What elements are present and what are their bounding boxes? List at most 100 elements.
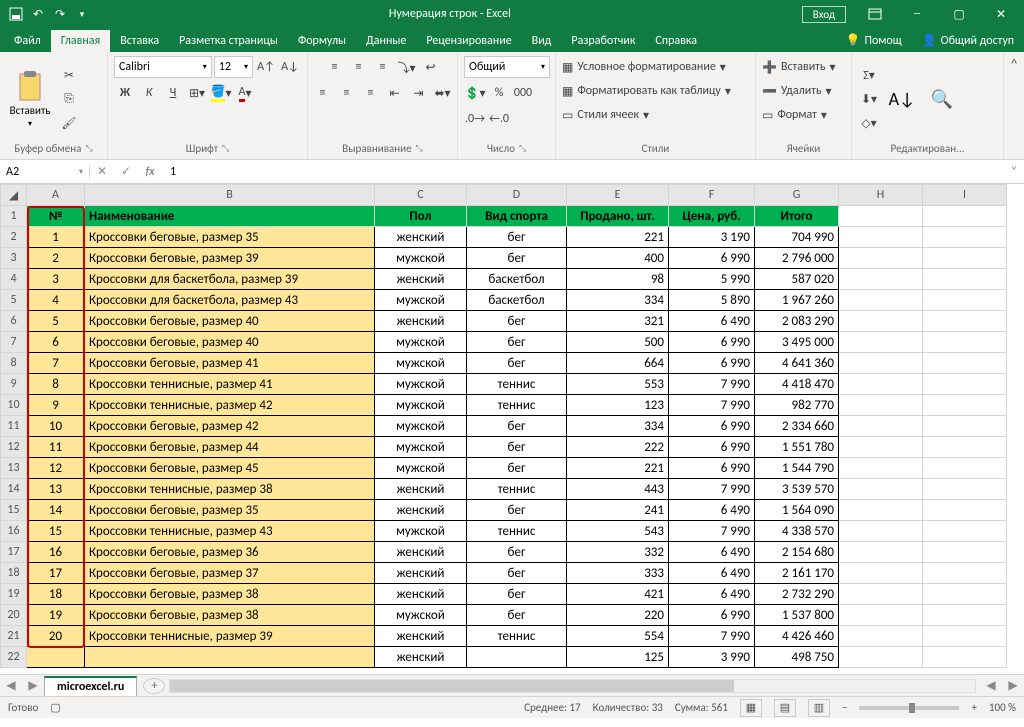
cell-num[interactable]: 6 — [27, 332, 85, 353]
cell[interactable]: 3 990 — [669, 647, 755, 668]
row-header[interactable]: 10 — [1, 395, 27, 416]
cell-num[interactable]: 18 — [27, 584, 85, 605]
cell-price[interactable]: 6 490 — [669, 500, 755, 521]
clear-button[interactable]: ◇▾ — [858, 112, 880, 134]
table-row-partial[interactable]: 22 женский 125 3 990 498 750 — [1, 647, 1007, 668]
cell-sold[interactable]: 664 — [567, 353, 669, 374]
cell-price[interactable]: 5 890 — [669, 290, 755, 311]
cell-price[interactable]: 6 990 — [669, 605, 755, 626]
cell-sold[interactable]: 553 — [567, 374, 669, 395]
table-row[interactable]: 65Кроссовки беговые, размер 40женскийбег… — [1, 311, 1007, 332]
cell[interactable] — [839, 626, 923, 647]
row-header[interactable]: 2 — [1, 227, 27, 248]
table-row[interactable]: 2120Кроссовки теннисные, размер 39женски… — [1, 626, 1007, 647]
font-launcher-icon[interactable]: ⤡ — [222, 143, 229, 154]
cell[interactable] — [923, 290, 1007, 311]
cell-sold[interactable]: 98 — [567, 269, 669, 290]
cut-button[interactable]: ✂ — [58, 64, 80, 86]
cell-name[interactable]: Кроссовки теннисные, размер 41 — [85, 374, 375, 395]
table-header-row[interactable]: 1 № Наименование Пол Вид спорта Продано,… — [1, 206, 1007, 227]
cell[interactable] — [923, 605, 1007, 626]
cell-num[interactable]: 14 — [27, 500, 85, 521]
macro-record-icon[interactable]: ▢ — [50, 701, 60, 714]
page-break-view-button[interactable]: ▥ — [808, 699, 830, 717]
cell-num[interactable]: 3 — [27, 269, 85, 290]
cell-total[interactable]: 2 334 660 — [755, 416, 839, 437]
cell-sold[interactable]: 400 — [567, 248, 669, 269]
grow-font-button[interactable]: A↑ — [255, 56, 277, 78]
cell[interactable] — [923, 353, 1007, 374]
cell-gender[interactable]: женский — [375, 542, 467, 563]
cell[interactable] — [839, 290, 923, 311]
cell[interactable] — [839, 206, 923, 227]
cell-price[interactable]: 7 990 — [669, 626, 755, 647]
next-sheet-icon[interactable]: ▶ — [22, 678, 44, 693]
table-row[interactable]: 1817Кроссовки беговые, размер 37женскийб… — [1, 563, 1007, 584]
table-row[interactable]: 1110Кроссовки беговые, размер 42мужскойб… — [1, 416, 1007, 437]
cell-num[interactable]: 8 — [27, 374, 85, 395]
cell-sold[interactable]: 332 — [567, 542, 669, 563]
tab-view[interactable]: Вид — [522, 30, 562, 52]
cell[interactable] — [923, 437, 1007, 458]
zoom-level[interactable]: 100 % — [989, 701, 1016, 714]
format-painter-button[interactable]: 🖌 — [58, 112, 80, 134]
cell[interactable] — [839, 416, 923, 437]
cell[interactable] — [923, 395, 1007, 416]
cell-price[interactable]: 6 990 — [669, 248, 755, 269]
cell-sport[interactable]: теннис — [467, 479, 567, 500]
cell-price[interactable]: 6 490 — [669, 563, 755, 584]
cell-price[interactable]: 6 490 — [669, 311, 755, 332]
cell-sold[interactable]: 221 — [567, 227, 669, 248]
cell-num[interactable]: 7 — [27, 353, 85, 374]
cell-num[interactable]: 13 — [27, 479, 85, 500]
col-header-I[interactable]: I — [923, 185, 1007, 206]
cell-price[interactable]: 3 190 — [669, 227, 755, 248]
row-header[interactable]: 3 — [1, 248, 27, 269]
cell-gender[interactable]: женский — [375, 563, 467, 584]
row-header[interactable]: 17 — [1, 542, 27, 563]
table-row[interactable]: 1514Кроссовки беговые, размер 35женскийб… — [1, 500, 1007, 521]
cell-total[interactable]: 3 495 000 — [755, 332, 839, 353]
cell-total[interactable]: 587 020 — [755, 269, 839, 290]
tab-file[interactable]: Файл — [4, 30, 51, 52]
cell[interactable] — [923, 626, 1007, 647]
align-left-button[interactable]: ≡ — [312, 82, 334, 104]
hdr-gender[interactable]: Пол — [375, 206, 467, 227]
cell-total[interactable]: 4 418 470 — [755, 374, 839, 395]
cell-gender[interactable]: мужской — [375, 521, 467, 542]
save-icon[interactable] — [8, 6, 24, 22]
cell-num[interactable]: 15 — [27, 521, 85, 542]
cell-price[interactable]: 6 490 — [669, 584, 755, 605]
cell[interactable] — [839, 353, 923, 374]
cell[interactable] — [839, 584, 923, 605]
undo-icon[interactable]: ↶ — [30, 6, 46, 22]
cell-sport[interactable]: бег — [467, 605, 567, 626]
delete-cells-button[interactable]: ➖Удалить▾ — [762, 80, 832, 102]
cell-name[interactable]: Кроссовки беговые, размер 38 — [85, 605, 375, 626]
cell[interactable] — [923, 332, 1007, 353]
cell-name[interactable]: Кроссовки беговые, размер 42 — [85, 416, 375, 437]
font-name-select[interactable]: Calibri▾ — [114, 56, 212, 78]
cell[interactable] — [85, 647, 375, 668]
cell-name[interactable]: Кроссовки беговые, размер 36 — [85, 542, 375, 563]
cell-sport[interactable]: бег — [467, 227, 567, 248]
cell-name[interactable]: Кроссовки теннисные, размер 38 — [85, 479, 375, 500]
col-header-F[interactable]: F — [669, 185, 755, 206]
cell[interactable] — [923, 647, 1007, 668]
cell-sport[interactable]: бег — [467, 458, 567, 479]
table-row[interactable]: 1211Кроссовки беговые, размер 44мужскойб… — [1, 437, 1007, 458]
cell-price[interactable]: 6 490 — [669, 542, 755, 563]
number-launcher-icon[interactable]: ⤡ — [519, 143, 526, 154]
tab-formulas[interactable]: Формулы — [288, 30, 356, 52]
cell-sold[interactable]: 241 — [567, 500, 669, 521]
cell-price[interactable]: 6 990 — [669, 416, 755, 437]
row-header[interactable]: 6 — [1, 311, 27, 332]
row-header[interactable]: 22 — [1, 647, 27, 668]
col-header-A[interactable]: A — [27, 185, 85, 206]
maximize-icon[interactable]: ▢ — [942, 0, 976, 28]
name-box[interactable]: A2▾ — [0, 165, 90, 179]
cell-gender[interactable]: мужской — [375, 395, 467, 416]
close-icon[interactable]: ✕ — [984, 0, 1018, 28]
cell-sold[interactable]: 221 — [567, 458, 669, 479]
table-row[interactable]: 109Кроссовки теннисные, размер 42мужской… — [1, 395, 1007, 416]
